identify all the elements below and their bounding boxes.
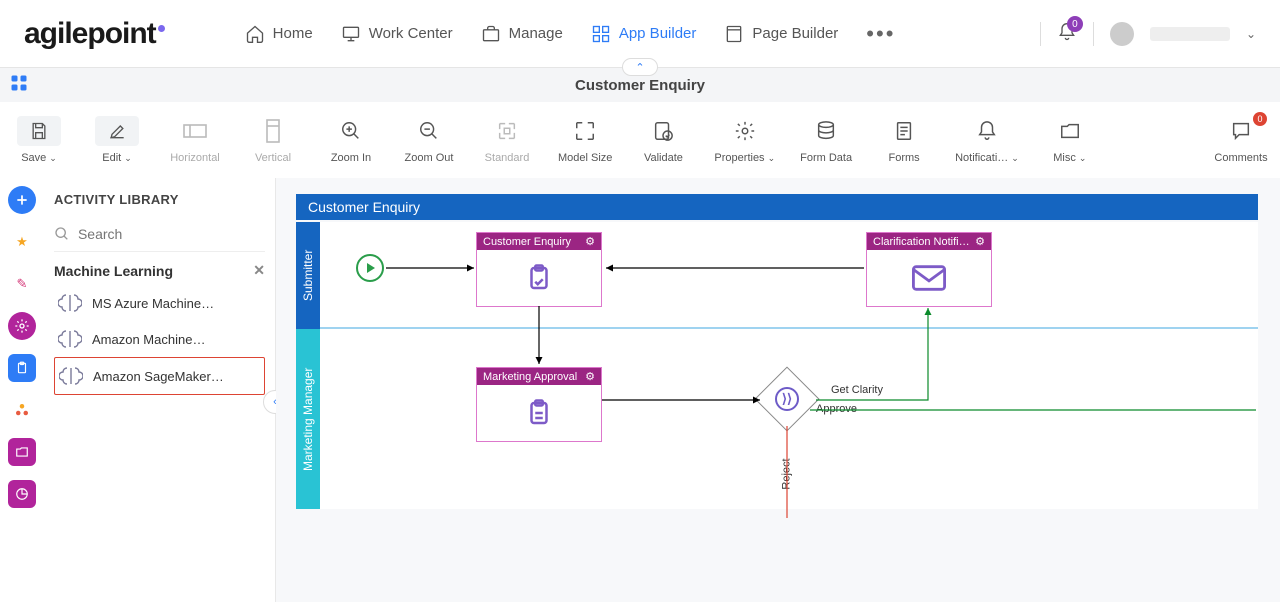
rail-folder[interactable] [8,438,36,466]
category-label: Machine Learning [54,263,173,279]
user-menu-chevron[interactable]: ⌄ [1246,27,1256,41]
nav-home[interactable]: Home [245,24,313,44]
rail-add[interactable] [8,186,36,214]
side-rail: ★ ✎ [0,178,44,602]
tool-validate[interactable]: Validate [636,116,690,164]
lane-marketing: Marketing Manager [296,329,320,509]
rail-dots[interactable] [8,396,36,424]
lib-item-sagemaker[interactable]: Amazon SageMaker… [54,357,265,395]
user-name [1150,27,1230,41]
search-icon [54,225,70,243]
category-close[interactable]: ✕ [253,262,265,279]
brain-icon [58,327,82,351]
rail-favorites[interactable]: ★ [8,228,36,256]
tool-notifications[interactable]: Notificati…⌄ [955,116,1019,164]
tool-properties[interactable]: Properties⌄ [714,116,775,164]
process-header: Customer Enquiry [296,194,1258,220]
tool-vertical[interactable]: Vertical [246,116,300,164]
collapse-titlebar[interactable]: ⌃ [622,58,658,76]
lib-item-label: Amazon Machine… [92,332,205,347]
logo: agilepoint [24,17,165,51]
nav-page-builder-label: Page Builder [752,25,838,42]
grid-icon [591,24,611,44]
start-event[interactable] [356,254,384,282]
page-title: Customer Enquiry [575,77,705,94]
lane1-body[interactable] [320,222,1258,329]
tool-horizontal[interactable]: Horizontal [168,116,222,164]
brain-icon [59,364,83,388]
tool-standard[interactable]: Standard [480,116,534,164]
app-grid-icon[interactable] [10,74,28,97]
nav-manage[interactable]: Manage [481,24,563,44]
edge-get-clarity: Get Clarity [831,384,883,396]
nav-page-builder[interactable]: Page Builder [724,24,838,44]
lib-item-amazon-ml[interactable]: Amazon Machine… [54,321,265,357]
nav-work-center[interactable]: Work Center [341,24,453,44]
rail-edit[interactable]: ✎ [8,270,36,298]
home-icon [245,24,265,44]
nav-manage-label: Manage [509,25,563,42]
tool-model-size[interactable]: Model Size [558,116,612,164]
tool-zoom-out[interactable]: Zoom Out [402,116,456,164]
nav-app-builder-label: App Builder [619,25,697,42]
notifications-badge: 0 [1067,16,1083,32]
comments-badge: 0 [1253,112,1267,126]
notifications-bell[interactable]: 0 [1057,22,1077,45]
briefcase-icon [481,24,501,44]
nav-home-label: Home [273,25,313,42]
tool-form-data[interactable]: Form Data [799,116,853,164]
lib-item-azure[interactable]: MS Azure Machine… [54,285,265,321]
activity-clarification[interactable]: Clarification Notifi…⚙ [866,232,992,307]
tool-forms[interactable]: Forms [877,116,931,164]
brain-icon [58,291,82,315]
monitor-icon [341,24,361,44]
tool-misc[interactable]: Misc⌄ [1043,116,1097,164]
search-input[interactable] [78,226,265,242]
tool-comments[interactable]: 0 Comments [1214,116,1268,164]
panel-title: ACTIVITY LIBRARY [54,192,265,207]
lib-item-label: MS Azure Machine… [92,296,214,311]
nav-work-center-label: Work Center [369,25,453,42]
avatar[interactable] [1110,22,1134,46]
page-icon [724,24,744,44]
rail-clipboard[interactable] [8,354,36,382]
activity-customer-enquiry[interactable]: Customer Enquiry⚙ [476,232,602,307]
rail-activity-lib[interactable] [8,312,36,340]
gear-icon[interactable]: ⚙ [975,235,985,248]
activity-marketing-approval[interactable]: Marketing Approval⚙ [476,367,602,442]
tool-edit[interactable]: Edit⌄ [90,116,144,164]
tool-save[interactable]: Save⌄ [12,116,66,164]
nav-more[interactable]: ••• [866,21,895,47]
nav-app-builder[interactable]: App Builder [591,24,697,44]
lib-item-label: Amazon SageMaker… [93,369,224,384]
gear-icon[interactable]: ⚙ [585,235,595,248]
gear-icon[interactable]: ⚙ [585,370,595,383]
tool-zoom-in[interactable]: Zoom In [324,116,378,164]
edge-approve: Approve [816,403,857,415]
rail-analytics[interactable] [8,480,36,508]
lane-submitter: Submitter [296,222,320,329]
edge-reject: Reject [781,458,793,489]
